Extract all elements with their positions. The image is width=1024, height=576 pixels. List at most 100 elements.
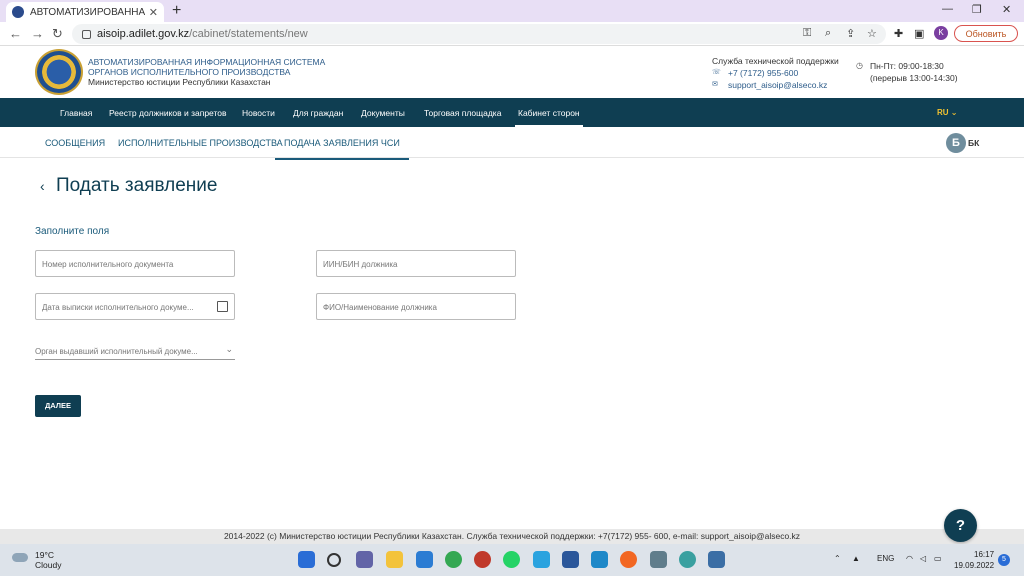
iin-field[interactable]: ИИН/БИН должника	[316, 250, 516, 277]
input-language[interactable]: ENG	[877, 554, 894, 563]
cloud-icon	[12, 553, 28, 562]
bookmark-star-icon[interactable]: ☆	[867, 27, 877, 40]
address-bar[interactable]: aisoip.adilet.gov.kz /cabinet/statements…	[72, 24, 886, 44]
back-icon[interactable]: ←	[9, 26, 22, 41]
ministry-name: Министерство юстиции Республики Казахста…	[88, 77, 271, 87]
browser-tab[interactable]: АВТОМАТИЗИРОВАННАЯ ИНФ ✕	[6, 2, 164, 22]
url-host: aisoip.adilet.gov.kz	[97, 28, 190, 40]
nav-item-documents[interactable]: Документы	[361, 108, 405, 118]
url-path: /cabinet/statements/new	[189, 28, 308, 40]
system-name: АВТОМАТИЗИРОВАННАЯ ИНФОРМАЦИОННАЯ СИСТЕМ…	[88, 57, 325, 87]
iin-placeholder: ИИН/БИН должника	[323, 260, 398, 269]
help-button[interactable]: ?	[944, 509, 977, 542]
nav-item-news[interactable]: Новости	[242, 108, 275, 118]
issue-date-placeholder: Дата выписки исполнительного докуме...	[42, 303, 194, 312]
reload-icon[interactable]: ↻	[52, 26, 63, 42]
minimize-icon[interactable]: —	[942, 3, 953, 15]
settings-icon[interactable]	[650, 551, 667, 568]
mail-app-icon[interactable]	[416, 551, 433, 568]
support-block: Служба технической поддержки ☏ +7 (7172) …	[712, 55, 839, 91]
search-icon[interactable]	[327, 553, 341, 567]
nav-item-marketplace[interactable]: Торговая площадка	[424, 108, 501, 118]
tab-proceedings[interactable]: ИСПОЛНИТЕЛЬНЫЕ ПРОИЗВОДСТВА	[118, 138, 283, 148]
language-label: RU	[937, 108, 949, 117]
nav-item-registry[interactable]: Реестр должников и запретов	[109, 108, 227, 118]
tray-app-icon[interactable]: ▲	[852, 554, 860, 563]
notification-badge[interactable]: 5	[998, 554, 1010, 566]
clock-icon: ◷	[856, 61, 863, 70]
nav-item-home[interactable]: Главная	[60, 108, 92, 118]
debtor-name-placeholder: ФИО/Наименование должника	[323, 303, 437, 312]
site-header: АВТОМАТИЗИРОВАННАЯ ИНФОРМАЦИОННАЯ СИСТЕМ…	[0, 46, 1024, 98]
edge-icon[interactable]	[591, 551, 608, 568]
clock-time: 16:17	[974, 550, 995, 559]
browser-tabstrip: АВТОМАТИЗИРОВАННАЯ ИНФ ✕ + — ❐ ✕	[0, 0, 1024, 22]
battery-icon[interactable]: ▭	[934, 554, 942, 563]
chevron-down-icon: ⌄	[950, 108, 958, 117]
whatsapp-icon[interactable]	[503, 551, 520, 568]
mail-icon: ✉	[712, 81, 718, 88]
site-favicon-icon	[12, 6, 24, 18]
issue-date-field[interactable]: Дата выписки исполнительного докуме...	[35, 293, 235, 320]
telegram-icon[interactable]	[533, 551, 550, 568]
volume-icon[interactable]: ◁	[920, 554, 926, 563]
close-tab-icon[interactable]: ✕	[149, 6, 158, 19]
user-initials[interactable]: БК	[968, 138, 979, 148]
file-explorer-icon[interactable]	[386, 551, 403, 568]
lock-icon	[82, 29, 91, 39]
doc-number-placeholder: Номер исполнительного документа	[42, 260, 174, 269]
system-clock[interactable]: 16:17 19.09.2022	[954, 549, 994, 571]
tab-title: АВТОМАТИЗИРОВАННАЯ ИНФ	[30, 6, 145, 18]
page-title: Подать заявление	[56, 175, 218, 196]
phone-icon: ☏	[712, 69, 721, 76]
doc-number-field[interactable]: Номер исполнительного документа	[35, 250, 235, 277]
taskbar: 19°C Cloudy ⌃ ▲ ENG ◠ ◁ ▭ 16:17 19.09.20…	[0, 544, 1024, 576]
extensions-icon[interactable]: ✚	[894, 27, 903, 40]
user-avatar[interactable]: Б	[946, 133, 966, 153]
close-window-icon[interactable]: ✕	[1002, 3, 1011, 16]
tab-messages[interactable]: СООБЩЕНИЯ	[45, 138, 105, 148]
clock-date: 19.09.2022	[954, 561, 995, 570]
chevron-down-icon: ⌄	[225, 344, 233, 354]
main-nav: Главная Реестр должников и запретов Ново…	[0, 98, 1024, 127]
calendar-icon[interactable]	[217, 301, 228, 312]
support-email[interactable]: support_aisoip@alseco.kz	[728, 79, 827, 91]
profile-avatar[interactable]: K	[934, 26, 948, 40]
hours-text: Пн-Пт: 09:00-18:30	[870, 61, 944, 71]
system-name-line2: ОРГАНОВ ИСПОЛНИТЕЛЬНОГО ПРОИЗВОДСТВА	[88, 67, 291, 77]
share-icon[interactable]: ⇪	[846, 27, 855, 40]
update-button[interactable]: Обновить	[954, 25, 1018, 42]
tray-chevron-icon[interactable]: ⌃	[834, 554, 841, 563]
app-icon[interactable]	[620, 551, 637, 568]
side-panel-icon[interactable]: ▣	[914, 27, 924, 40]
new-tab-icon[interactable]: +	[172, 2, 181, 20]
language-selector[interactable]: RU ⌄	[937, 108, 958, 117]
debtor-name-field[interactable]: ФИО/Наименование должника	[316, 293, 516, 320]
teams-icon[interactable]	[356, 551, 373, 568]
break-text: (перерыв 13:00-14:30)	[870, 73, 958, 83]
chrome-icon[interactable]	[445, 551, 462, 568]
forward-icon[interactable]: →	[31, 26, 44, 41]
nav-item-cabinet[interactable]: Кабинет сторон	[515, 108, 583, 127]
word-icon[interactable]	[562, 551, 579, 568]
sub-nav: СООБЩЕНИЯ ИСПОЛНИТЕЛЬНЫЕ ПРОИЗВОДСТВА ПО…	[0, 127, 1024, 160]
maximize-icon[interactable]: ❐	[972, 3, 982, 16]
issuer-select[interactable]: Орган выдавший исполнительный докуме... …	[35, 340, 235, 360]
key-icon[interactable]: ⚿	[803, 27, 811, 40]
emblem-logo[interactable]	[35, 49, 83, 95]
form-heading: Заполните поля	[35, 226, 110, 237]
support-title: Служба технической поддержки	[712, 56, 839, 66]
nav-item-citizens[interactable]: Для граждан	[293, 108, 343, 118]
chrome-profile-icon[interactable]	[474, 551, 491, 568]
remote-desktop-icon[interactable]	[708, 551, 725, 568]
back-chevron-icon[interactable]: ‹	[40, 178, 45, 194]
start-icon[interactable]	[298, 551, 315, 568]
globe-icon[interactable]	[679, 551, 696, 568]
tab-submit-application[interactable]: ПОДАЧА ЗАЯВЛЕНИЯ ЧСИ	[275, 138, 409, 160]
working-hours: ◷ Пн-Пт: 09:00-18:30 (перерыв 13:00-14:3…	[856, 60, 958, 84]
weather-widget[interactable]: 19°C Cloudy	[12, 550, 61, 570]
zoom-icon[interactable]: ⌕	[825, 27, 831, 40]
support-phone[interactable]: +7 (7172) 955-600	[728, 67, 798, 79]
next-button[interactable]: ДАЛЕЕ	[35, 395, 81, 417]
wifi-icon[interactable]: ◠	[906, 554, 913, 563]
